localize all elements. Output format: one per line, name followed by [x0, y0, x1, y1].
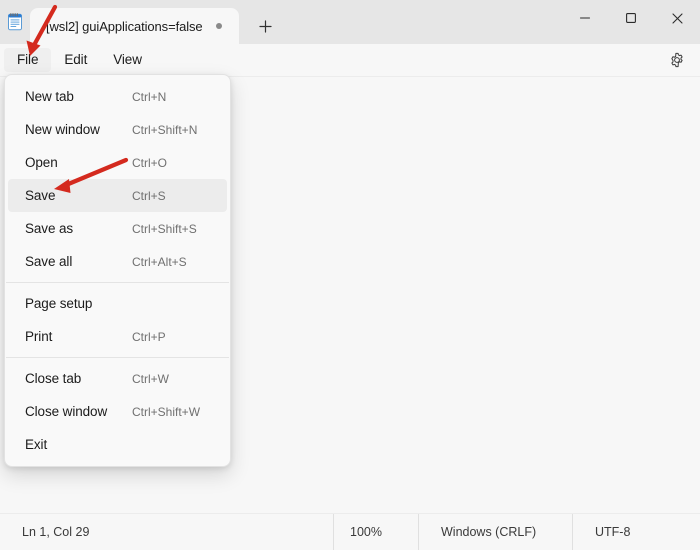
menu-item-accelerator: Ctrl+S	[132, 189, 216, 203]
notepad-icon	[0, 0, 30, 44]
new-tab-button[interactable]	[249, 9, 283, 43]
tab-title: [wsl2] guiApplications=false	[46, 19, 203, 34]
tab-modified-dot-icon[interactable]	[211, 18, 227, 34]
close-button[interactable]	[654, 0, 700, 36]
menu-item-exit[interactable]: Exit	[8, 428, 227, 461]
menu-item-open[interactable]: Open Ctrl+O	[8, 146, 227, 179]
menubar-item-file[interactable]: File	[4, 48, 51, 73]
menu-item-label: New tab	[25, 89, 122, 104]
title-bar: [wsl2] guiApplications=false	[0, 0, 700, 44]
menu-item-accelerator: Ctrl+Shift+W	[132, 405, 216, 419]
menu-item-close-tab[interactable]: Close tab Ctrl+W	[8, 362, 227, 395]
notepad-window: [wsl2] guiApplications=false	[0, 0, 700, 550]
menu-item-new-tab[interactable]: New tab Ctrl+N	[8, 80, 227, 113]
menu-item-label: Save all	[25, 254, 122, 269]
gear-icon[interactable]	[664, 47, 690, 73]
menu-item-page-setup[interactable]: Page setup	[8, 287, 227, 320]
status-line-ending[interactable]: Windows (CRLF)	[418, 514, 572, 550]
window-controls	[562, 0, 700, 44]
menu-item-accelerator: Ctrl+N	[132, 90, 216, 104]
menu-item-accelerator: Ctrl+P	[132, 330, 216, 344]
status-bar: Ln 1, Col 29 100% Windows (CRLF) UTF-8	[0, 513, 700, 550]
menu-item-save[interactable]: Save Ctrl+S	[8, 179, 227, 212]
menu-separator	[6, 357, 229, 358]
menu-item-label: Page setup	[25, 296, 122, 311]
menu-item-accelerator: Ctrl+W	[132, 372, 216, 386]
menu-item-label: Open	[25, 155, 122, 170]
tab-strip: [wsl2] guiApplications=false	[30, 0, 562, 44]
status-encoding[interactable]: UTF-8	[572, 514, 700, 550]
status-cursor-position: Ln 1, Col 29	[0, 514, 333, 550]
file-menu-dropdown: New tab Ctrl+N New window Ctrl+Shift+N O…	[4, 74, 231, 467]
menu-item-label: Exit	[25, 437, 122, 452]
menu-item-accelerator: Ctrl+Alt+S	[132, 255, 216, 269]
menu-item-label: Save	[25, 188, 122, 203]
menubar-item-view[interactable]: View	[100, 48, 155, 73]
tab-item[interactable]: [wsl2] guiApplications=false	[30, 8, 239, 44]
status-zoom-level[interactable]: 100%	[333, 514, 418, 550]
menu-item-save-as[interactable]: Save as Ctrl+Shift+S	[8, 212, 227, 245]
minimize-button[interactable]	[562, 0, 608, 36]
menu-item-save-all[interactable]: Save all Ctrl+Alt+S	[8, 245, 227, 278]
menu-item-accelerator: Ctrl+Shift+S	[132, 222, 216, 236]
menu-item-close-window[interactable]: Close window Ctrl+Shift+W	[8, 395, 227, 428]
menubar-item-edit[interactable]: Edit	[51, 48, 100, 73]
menu-item-label: New window	[25, 122, 122, 137]
menu-bar: File Edit View	[0, 44, 700, 77]
menu-item-label: Close tab	[25, 371, 122, 386]
menu-item-new-window[interactable]: New window Ctrl+Shift+N	[8, 113, 227, 146]
menu-item-accelerator: Ctrl+Shift+N	[132, 123, 216, 137]
menu-item-label: Close window	[25, 404, 122, 419]
menu-item-print[interactable]: Print Ctrl+P	[8, 320, 227, 353]
menu-item-label: Print	[25, 329, 122, 344]
maximize-button[interactable]	[608, 0, 654, 36]
menu-item-accelerator: Ctrl+O	[132, 156, 216, 170]
menu-item-label: Save as	[25, 221, 122, 236]
menu-separator	[6, 282, 229, 283]
